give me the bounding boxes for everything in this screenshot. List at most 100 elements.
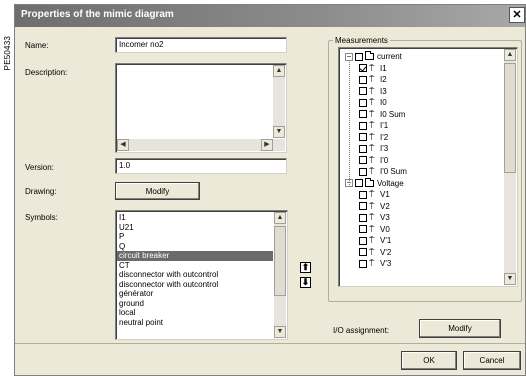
- symbol-list-item[interactable]: neutral point: [117, 318, 273, 328]
- symbol-list-item[interactable]: Q: [117, 242, 273, 252]
- checkbox[interactable]: [359, 248, 367, 256]
- tree-node-voltage[interactable]: − Voltage: [345, 177, 404, 189]
- tree-item-label: I0 Sum: [380, 109, 406, 119]
- tree-leaf[interactable]: ⍑ I0: [359, 97, 387, 108]
- version-field[interactable]: 1.0: [115, 158, 287, 174]
- symbol-list-item[interactable]: CT: [117, 261, 273, 271]
- symbol-list-item[interactable]: P: [117, 232, 273, 242]
- checkbox[interactable]: [359, 213, 367, 222]
- description-scrollbar[interactable]: ▲ ▼: [273, 65, 285, 138]
- checkbox[interactable]: [359, 110, 367, 118]
- checkbox[interactable]: [359, 87, 367, 95]
- properties-dialog: Properties of the mimic diagram ✕ Name: …: [14, 4, 526, 376]
- tree-leaf[interactable]: ⍑ I'3: [359, 143, 388, 154]
- checkbox[interactable]: [359, 98, 367, 107]
- measurement-icon: ⍑: [369, 131, 375, 142]
- symbols-list[interactable]: I1 U21 P Qcircuit breaker CT disconnector wit…: [115, 210, 288, 340]
- symbol-list-item[interactable]: circuit breaker: [117, 251, 273, 261]
- scroll-up-icon[interactable]: ▲: [504, 49, 516, 61]
- tree-leaf[interactable]: ⍑ V0: [359, 224, 390, 235]
- measurement-icon: ⍑: [369, 223, 375, 234]
- symbol-list-item[interactable]: disconnector with outcontrol: [117, 270, 273, 280]
- close-icon[interactable]: ✕: [509, 7, 525, 23]
- checkbox[interactable]: [359, 133, 367, 141]
- measurement-icon: ⍑: [369, 85, 375, 96]
- symbols-scrollbar[interactable]: ▲ ▼: [274, 212, 286, 338]
- tree-leaf[interactable]: ⍑ I'2: [359, 132, 388, 143]
- io-modify-button[interactable]: Modify: [419, 319, 501, 338]
- checkbox[interactable]: [359, 64, 367, 72]
- tree-leaf[interactable]: ⍑ I'1: [359, 120, 388, 131]
- scroll-down-icon[interactable]: ▼: [274, 326, 286, 338]
- figure-code-text: PE50433: [2, 36, 12, 71]
- symbol-list-item[interactable]: U21: [117, 223, 273, 233]
- tree-scrollbar[interactable]: ▲ ▼: [504, 49, 516, 285]
- tree-node-current[interactable]: − current: [345, 51, 402, 62]
- measurement-icon: ⍑: [369, 143, 375, 153]
- checkbox[interactable]: [359, 121, 367, 130]
- checkbox[interactable]: [359, 75, 367, 84]
- measurement-icon: ⍑: [369, 235, 375, 245]
- symbol-list-item[interactable]: générator: [117, 289, 273, 299]
- tree-leaf[interactable]: ⍑ I0 Sum: [359, 109, 405, 120]
- tree-leaf[interactable]: ⍑ V'3: [359, 258, 391, 269]
- checkbox[interactable]: [359, 190, 367, 199]
- tree-leaf[interactable]: ⍑ V'2: [359, 247, 391, 258]
- io-assignment-label: I/O assignment:: [333, 326, 390, 335]
- tree-item-label: V'3: [380, 259, 392, 268]
- description-hscrollbar[interactable]: ◀ ▶: [117, 139, 285, 151]
- tree-item-label: I'1: [380, 121, 389, 130]
- scroll-left-icon[interactable]: ◀: [117, 139, 129, 151]
- ok-button[interactable]: OK: [401, 351, 457, 370]
- scroll-up-icon[interactable]: ▲: [274, 212, 286, 224]
- tree-connector-line: [349, 60, 350, 187]
- tree-leaf[interactable]: ⍑ I3: [359, 86, 387, 97]
- tree-leaf[interactable]: ⍑ I'0 Sum: [359, 166, 407, 177]
- checkbox[interactable]: [359, 225, 367, 233]
- window-title: Properties of the mimic diagram: [21, 9, 174, 20]
- folder-icon: [365, 51, 374, 60]
- scroll-down-icon[interactable]: ▼: [273, 126, 285, 138]
- tree-scroll-thumb[interactable]: [504, 63, 516, 173]
- cancel-button[interactable]: Cancel: [463, 351, 521, 370]
- symbol-list-item[interactable]: I1: [117, 213, 273, 223]
- description-label: Description:: [25, 68, 68, 77]
- measurement-icon: ⍑: [369, 62, 375, 73]
- tree-leaf[interactable]: ⍑ V1: [359, 189, 390, 200]
- tree-item-label: I'0 Sum: [380, 167, 407, 176]
- name-label: Name:: [25, 41, 49, 50]
- tree-leaf[interactable]: ⍑ I1: [359, 63, 387, 74]
- tree-leaf[interactable]: ⍑ V3: [359, 212, 390, 223]
- scroll-down-icon[interactable]: ▼: [504, 273, 516, 285]
- move-down-icon[interactable]: ⬇: [300, 277, 311, 288]
- scroll-up-icon[interactable]: ▲: [273, 65, 285, 77]
- measurements-tree[interactable]: − current ⍑ I1 ⍑ I2 ⍑ I3 ⍑ I0 ⍑ I0 Sum ⍑ I'1 ⍑ I'2 ⍑ I'3 ⍑…: [338, 47, 518, 287]
- move-up-icon[interactable]: ⬆: [300, 262, 311, 273]
- symbols-scroll-thumb[interactable]: [274, 226, 286, 296]
- name-field[interactable]: Incomer no2: [115, 37, 287, 53]
- scroll-right-icon[interactable]: ▶: [261, 139, 273, 151]
- checkbox[interactable]: [359, 167, 367, 176]
- checkbox[interactable]: [359, 236, 367, 245]
- symbol-list-item[interactable]: disconnector with outcontrol: [117, 280, 273, 290]
- measurement-icon: ⍑: [369, 189, 375, 199]
- checkbox[interactable]: [359, 202, 367, 210]
- version-label: Version:: [25, 163, 54, 172]
- checkbox[interactable]: [359, 144, 367, 153]
- checkbox[interactable]: [359, 156, 367, 164]
- symbol-list-item[interactable]: local: [117, 308, 273, 318]
- figure-code: PE50433: [0, 0, 14, 376]
- checkbox[interactable]: [359, 259, 367, 268]
- tree-leaf[interactable]: ⍑ I2: [359, 74, 387, 85]
- tree-leaf[interactable]: ⍑ V2: [359, 201, 390, 212]
- drawing-modify-button[interactable]: Modify: [115, 182, 200, 200]
- tree-item-label: current: [377, 52, 402, 61]
- checkbox[interactable]: [355, 179, 363, 187]
- tree-leaf[interactable]: ⍑ V'1: [359, 235, 391, 246]
- tree-leaf[interactable]: ⍑ I'0: [359, 155, 388, 166]
- symbol-list-item[interactable]: ground: [117, 299, 273, 309]
- tree-item-label: V'2: [380, 247, 392, 257]
- description-field[interactable]: ▲ ▼ ◀ ▶: [115, 63, 287, 153]
- checkbox[interactable]: [355, 52, 363, 61]
- tree-item-label: I2: [380, 75, 387, 84]
